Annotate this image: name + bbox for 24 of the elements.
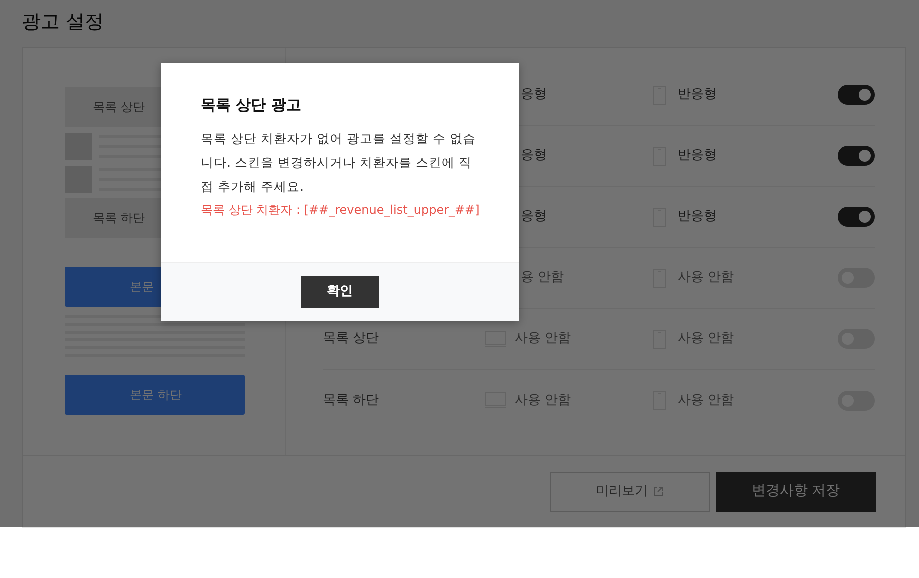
toggle-switch[interactable] (838, 85, 875, 105)
dialog-message: 목록 상단 치환자가 없어 광고를 설정할 수 없습니다. 스킨을 변경하시거나 치환자를 스킨에 직접 추가해 주세요. (201, 130, 477, 196)
mobile-setting: 사용 안함 (678, 330, 734, 348)
row-label: 목록 상단 (323, 331, 380, 346)
page-title: 광고 설정 (22, 10, 106, 35)
external-link-icon (653, 486, 664, 497)
pc-setting: 응형 (521, 147, 547, 166)
mobile-setting: 반응형 (678, 208, 717, 226)
toggle-switch[interactable] (838, 207, 875, 227)
pc-setting: 사용 안함 (515, 392, 572, 410)
save-button[interactable]: 변경사항 저장 (716, 472, 876, 512)
preview-button[interactable]: 미리보기 (550, 472, 710, 512)
toggle-switch[interactable] (838, 146, 875, 166)
pc-setting: 용 안함 (521, 269, 564, 288)
pc-setting: 사용 안함 (515, 330, 572, 348)
pc-setting: 응형 (521, 208, 547, 226)
confirm-button[interactable]: 확인 (301, 276, 379, 308)
row-label: 목록 하단 (323, 392, 380, 408)
mobile-setting: 반응형 (678, 147, 717, 166)
mobile-setting: 사용 안함 (678, 269, 734, 288)
pc-setting: 응형 (521, 86, 547, 104)
ad-slot-button[interactable]: 본문 하단 (65, 375, 245, 415)
mobile-setting: 반응형 (678, 86, 717, 104)
mobile-setting: 사용 안함 (678, 392, 734, 410)
